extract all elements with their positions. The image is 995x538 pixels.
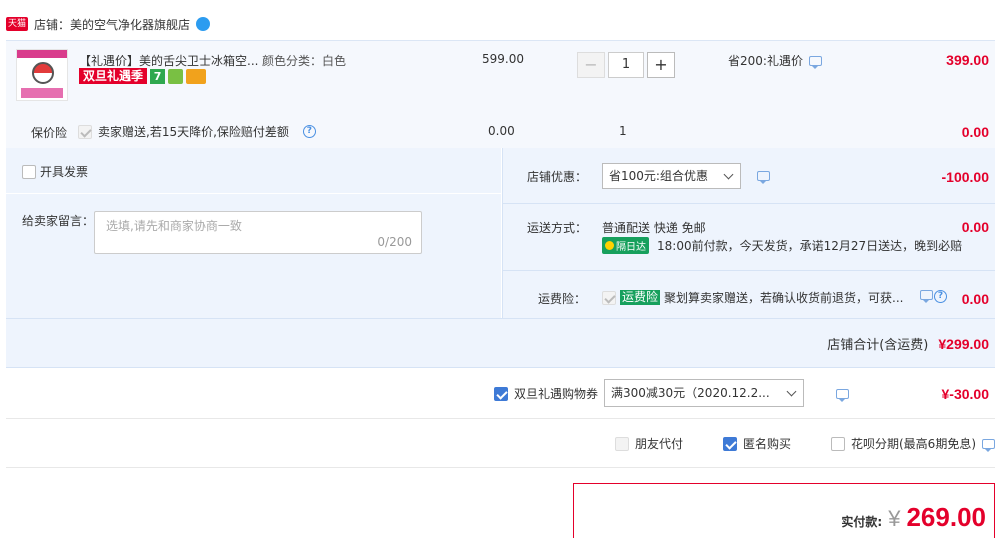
product-title[interactable]: 【礼遇价】美的舌尖卫士冰箱空...	[79, 52, 258, 69]
comment-icon[interactable]	[808, 55, 822, 69]
insurance-label: 保价险	[31, 126, 68, 140]
freight-insurance-row: 运费险 聚划算卖家赠送，若确认收货前退货，可获...	[602, 289, 903, 306]
insurance-checkbox	[78, 124, 92, 139]
quantity-stepper: − 1 +	[577, 52, 675, 78]
insurance-subtotal: 0.00	[961, 124, 989, 140]
message-textarea[interactable]: 选填,请先和商家协商一致 0/200	[94, 211, 422, 254]
payment-label: 实付款:	[841, 515, 883, 529]
chevron-down-icon	[786, 386, 797, 397]
help-icon[interactable]: ?	[934, 290, 947, 303]
decrease-button[interactable]: −	[577, 52, 605, 78]
friend-pay-label: 朋友代付	[635, 437, 684, 451]
message-label: 给卖家留言：	[22, 214, 95, 228]
freight-insurance-text: 聚划算卖家赠送，若确认收货前退货，可获...	[664, 291, 904, 305]
coupon-amount: ¥-30.00	[941, 386, 989, 402]
item-discount: 省200:礼遇价	[728, 52, 822, 69]
shop-total-label: 店铺合计(含运费)	[827, 338, 929, 353]
comment-icon[interactable]	[982, 438, 995, 452]
invoice-option[interactable]: 开具发票	[22, 163, 88, 180]
insurance-text: 卖家赠送,若15天降价,保险赔付差额	[98, 125, 289, 139]
payment-currency: ¥	[888, 506, 901, 531]
shipping-note-row: 隔日达 18:00前付款，今天发货，承诺12月27日送达，晚到必赔	[602, 237, 962, 254]
guarantee-icon	[168, 68, 184, 84]
product-thumbnail[interactable]	[16, 49, 68, 101]
product-image-icon	[32, 62, 54, 84]
comment-icon[interactable]	[757, 171, 770, 184]
shop-discount-selected: 省100元:组合优惠	[609, 169, 708, 183]
shop-name[interactable]: 店铺：美的空气净化器旗舰店	[34, 16, 190, 33]
unit-price: 599.00	[482, 52, 524, 66]
anonymous-option[interactable]: 匿名购买	[723, 435, 791, 452]
freight-insurance-label: 运费险：	[538, 292, 587, 306]
seven-day-return-icon: 7	[150, 68, 166, 84]
coupon-label: 双旦礼遇购物券	[514, 387, 599, 401]
payment-box: 实付款: ¥ 269.00	[573, 483, 995, 538]
shop-total: 店铺合计(含运费) ¥299.00	[827, 334, 989, 354]
huabei-option[interactable]: 花呗分期(最高6期免息)	[831, 435, 995, 452]
huabei-label: 花呗分期(最高6期免息)	[851, 437, 976, 451]
huabei-checkbox[interactable]	[831, 436, 845, 451]
quantity-input[interactable]: 1	[608, 52, 644, 78]
shop-discount-amount: -100.00	[941, 169, 989, 185]
shop-header: 天猫 店铺：美的空气净化器旗舰店	[6, 14, 211, 34]
shop-total-amount: ¥299.00	[938, 335, 989, 352]
payment-amount: 269.00	[906, 502, 986, 532]
shipping-method: 普通配送 快递 免邮	[602, 221, 706, 235]
increase-button[interactable]: +	[647, 52, 675, 78]
help-icon[interactable]: ?	[302, 125, 316, 138]
shipping-label: 运送方式：	[527, 221, 588, 235]
promo-badges: 双旦礼遇季 7	[79, 68, 207, 84]
comment-icon[interactable]	[835, 389, 849, 402]
shop-discount-label: 店铺优惠：	[527, 170, 588, 184]
insurance-price: 0.00	[488, 124, 515, 138]
item-subtotal: 399.00	[946, 52, 989, 68]
chevron-down-icon	[723, 169, 734, 180]
comment-icon[interactable]	[920, 290, 933, 303]
friend-pay-checkbox[interactable]	[615, 436, 629, 451]
coupon-select[interactable]: 满300减30元（2020.12.2...	[604, 379, 804, 407]
coupon-selected: 满300减30元（2020.12.2...	[611, 386, 770, 400]
freight-insurance-checkbox	[602, 290, 616, 305]
message-counter: 0/200	[377, 235, 412, 249]
message-placeholder: 选填,请先和商家协商一致	[106, 219, 242, 233]
insurance-row: 卖家赠送,若15天降价,保险赔付差额 ?	[78, 123, 316, 140]
freight-insurance-amount: 0.00	[961, 291, 989, 307]
invoice-label: 开具发票	[40, 165, 89, 179]
anonymous-label: 匿名购买	[743, 437, 792, 451]
coupon-checkbox[interactable]	[494, 386, 508, 401]
invoice-checkbox[interactable]	[22, 164, 36, 179]
friend-pay-option[interactable]: 朋友代付	[615, 435, 683, 452]
lightning-icon	[605, 241, 614, 250]
item-discount-text: 省200:礼遇价	[728, 54, 803, 68]
coupon-option[interactable]: 双旦礼遇购物券	[494, 385, 598, 402]
tmall-badge: 天猫	[6, 17, 29, 31]
anonymous-checkbox[interactable]	[723, 436, 737, 451]
promo-label: 双旦礼遇季	[79, 68, 148, 84]
card-icon	[186, 68, 207, 84]
freight-insurance-badge: 运费险	[620, 290, 661, 305]
shop-discount-select[interactable]: 省100元:组合优惠	[602, 163, 741, 189]
shipping-amount: 0.00	[961, 219, 989, 235]
payment-summary: 实付款: ¥ 269.00	[841, 502, 986, 533]
product-spec: 颜色分类：白色	[262, 54, 347, 68]
shipping-note: 18:00前付款，今天发货，承诺12月27日送达，晚到必赔	[657, 239, 963, 253]
insurance-qty: 1	[619, 124, 627, 138]
wangwang-icon[interactable]	[196, 17, 211, 31]
next-day-badge: 隔日达	[602, 237, 649, 254]
